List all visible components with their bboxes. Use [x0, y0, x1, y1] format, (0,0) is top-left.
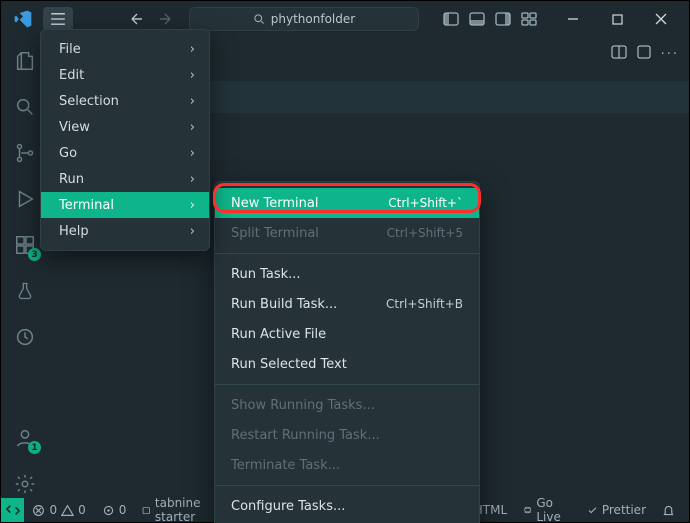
app-menu-button[interactable]: [43, 7, 73, 31]
status-notifications-icon[interactable]: [654, 504, 683, 517]
menu-selection[interactable]: Selection›: [41, 88, 209, 114]
submenu-terminate-task[interactable]: Terminate Task...: [215, 450, 479, 480]
menu-go[interactable]: Go›: [41, 140, 209, 166]
menu-help[interactable]: Help›: [41, 218, 209, 244]
accounts-icon[interactable]: 1: [11, 424, 39, 452]
command-center[interactable]: phythonfolder: [189, 7, 419, 31]
search-icon: [253, 13, 265, 25]
toggle-secondary-sidebar-icon[interactable]: [491, 7, 515, 31]
menu-terminal[interactable]: Terminal›: [41, 192, 209, 218]
menu-edit[interactable]: Edit›: [41, 62, 209, 88]
command-center-text: phythonfolder: [271, 12, 355, 26]
submenu-configure-tasks[interactable]: Configure Tasks...: [215, 491, 479, 521]
history-icon[interactable]: [11, 323, 39, 351]
submenu-run-active-file[interactable]: Run Active File: [215, 319, 479, 349]
submenu-split-terminal[interactable]: Split Terminal Ctrl+Shift+5: [215, 218, 479, 248]
editor-actions: ···: [611, 41, 679, 67]
toggle-primary-sidebar-icon[interactable]: [439, 7, 463, 31]
submenu-new-terminal[interactable]: New Terminal Ctrl+Shift+`: [215, 188, 479, 218]
submenu-run-task[interactable]: Run Task...: [215, 259, 479, 289]
submenu-run-build-task[interactable]: Run Build Task... Ctrl+Shift+B: [215, 289, 479, 319]
main-menu: File› Edit› Selection› View› Go› Run› Te…: [40, 29, 210, 251]
submenu-run-selected-text[interactable]: Run Selected Text: [215, 349, 479, 379]
vscode-icon: [13, 9, 33, 29]
layout-picker-icon[interactable]: [637, 45, 651, 63]
status-ports[interactable]: 0: [94, 503, 135, 517]
terminal-submenu: New Terminal Ctrl+Shift+` Split Terminal…: [214, 181, 480, 523]
accounts-badge: 1: [28, 441, 41, 454]
submenu-show-running-tasks[interactable]: Show Running Tasks...: [215, 390, 479, 420]
run-debug-icon[interactable]: [11, 185, 39, 213]
status-golive[interactable]: Go Live: [515, 496, 579, 523]
close-button[interactable]: [639, 1, 683, 37]
minimize-button[interactable]: [551, 1, 595, 37]
nav-arrows: [127, 11, 175, 27]
customize-layout-icon[interactable]: [517, 7, 541, 31]
testing-icon[interactable]: [11, 277, 39, 305]
menu-view[interactable]: View›: [41, 114, 209, 140]
settings-gear-icon[interactable]: [11, 470, 39, 498]
back-button[interactable]: [127, 11, 147, 27]
maximize-button[interactable]: [595, 1, 639, 37]
explorer-icon[interactable]: [11, 47, 39, 75]
status-prettier[interactable]: Prettier: [579, 503, 654, 517]
layout-controls: [439, 7, 541, 31]
status-problems[interactable]: 0 0: [24, 503, 93, 517]
extensions-badge: 3: [28, 248, 41, 261]
toggle-panel-icon[interactable]: [465, 7, 489, 31]
remote-indicator[interactable]: [1, 498, 24, 522]
menu-run[interactable]: Run›: [41, 166, 209, 192]
split-editor-icon[interactable]: [611, 45, 627, 63]
extensions-icon[interactable]: 3: [11, 231, 39, 259]
forward-button[interactable]: [155, 11, 175, 27]
window-controls: [551, 1, 683, 37]
more-actions-icon[interactable]: ···: [661, 47, 679, 62]
submenu-restart-running-task[interactable]: Restart Running Task...: [215, 420, 479, 450]
search-icon[interactable]: [11, 93, 39, 121]
source-control-icon[interactable]: [11, 139, 39, 167]
menu-file[interactable]: File›: [41, 36, 209, 62]
